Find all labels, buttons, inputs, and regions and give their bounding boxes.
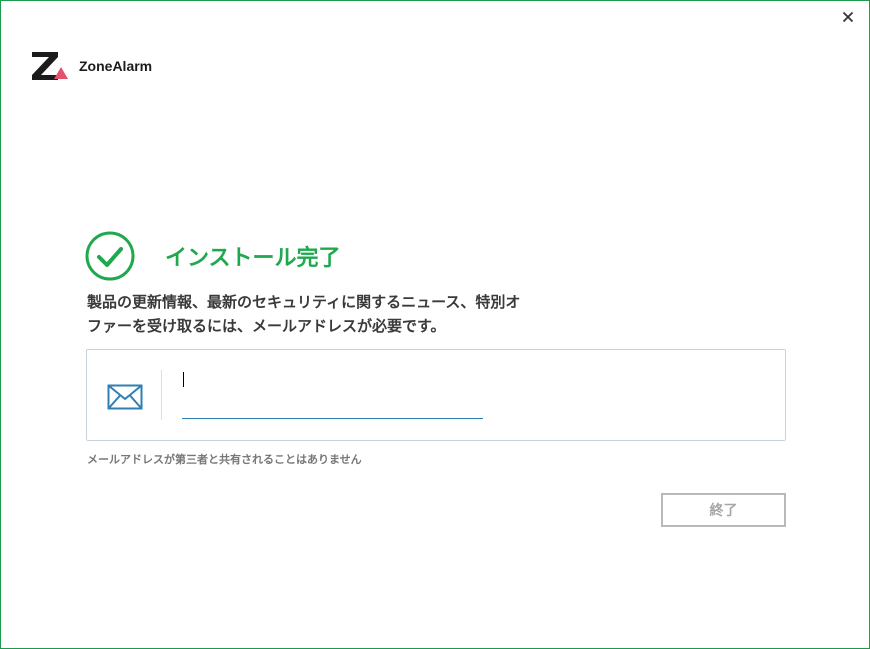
zonealarm-logo-icon <box>32 52 68 80</box>
text-caret <box>183 372 184 387</box>
email-field-container <box>86 349 786 441</box>
mail-icon-wrap <box>107 384 143 414</box>
brand-name: ZoneAlarm <box>79 58 153 74</box>
mail-icon <box>107 384 143 410</box>
description: 製品の更新情報、最新のセキュリティに関するニュース、特別オ ファーを受け取るには… <box>87 290 647 338</box>
email-input[interactable] <box>182 368 483 419</box>
installer-window: ZoneAlarm インストール完了 製品の更新情報、最新のセキュリティに関する… <box>0 0 870 649</box>
brand: ZoneAlarm <box>31 51 152 81</box>
description-line-2: ファーを受け取るには、メールアドレスが必要です。 <box>87 317 446 335</box>
check-circle-icon <box>85 231 135 281</box>
field-divider <box>161 370 162 420</box>
privacy-note: メールアドレスが第三者と共有されることはありません <box>87 453 362 466</box>
success-title: インストール完了 <box>165 246 341 271</box>
close-icon <box>842 11 854 23</box>
close-button[interactable] <box>835 5 861 29</box>
finish-button[interactable]: 終了 <box>661 493 786 527</box>
success-header: インストール完了 <box>85 231 341 281</box>
description-line-1: 製品の更新情報、最新のセキュリティに関するニュース、特別オ <box>87 293 521 311</box>
